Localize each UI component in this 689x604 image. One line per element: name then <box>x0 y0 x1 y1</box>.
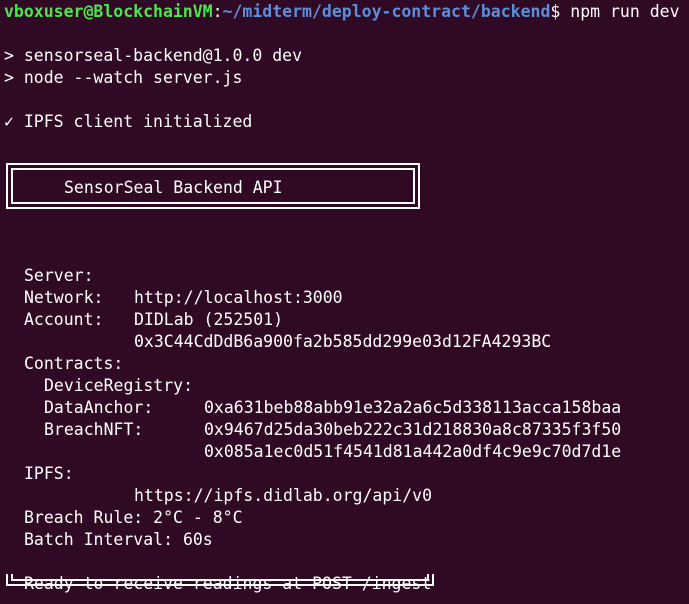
batch-interval-row: Batch Interval: 60s <box>0 507 689 549</box>
contract-name: BreachNFT: <box>44 420 144 439</box>
ipfs-init-message: ✓ IPFS client initialized <box>4 112 253 131</box>
npm-script-line: > sensorseal-backend@1.0.0 dev <box>4 46 303 65</box>
contract-row: BreachNFT: 0x085a1ec0d51f4541d81a442a0df… <box>0 397 689 461</box>
prompt-command: npm run dev <box>560 2 680 21</box>
batch-interval: Batch Interval: 60s <box>24 530 213 549</box>
prompt-user-host: vboxuser@BlockchainVM <box>4 2 213 21</box>
ready-row: Ready to receive readings at POST /inges… <box>0 551 689 593</box>
banner-title: SensorSeal Backend API <box>64 178 283 197</box>
prompt-path: ~/midterm/deploy-contract/backend <box>222 2 551 21</box>
prompt-separator: : <box>212 2 223 21</box>
box-bottom-outer-line <box>6 584 434 586</box>
breach-rule-row: Breach Rule: 2°C - 8°C <box>0 485 689 527</box>
server-row: Server: http://localhost:3000 <box>0 243 689 307</box>
prompt-symbol: $ <box>550 2 561 21</box>
network-value: DIDLab (252501) <box>134 310 284 329</box>
npm-command-line: > node --watch server.js <box>4 68 243 87</box>
contract-address: 0x9467d25da30beb222c31d218830a8c87335f3f… <box>204 420 622 439</box>
prompt-line: vboxuser@BlockchainVM:~/midterm/deploy-c… <box>4 1 680 23</box>
contracts-heading-row: Contracts: <box>0 331 689 373</box>
terminal-window[interactable]: vboxuser@BlockchainVM:~/midterm/deploy-c… <box>0 0 689 604</box>
box-bottom-inner-line <box>11 579 429 581</box>
contract-row: DataAnchor: 0x9467d25da30beb222c31d21883… <box>0 375 689 439</box>
account-label: Account: <box>24 310 104 329</box>
network-row: Network: DIDLab (252501) <box>0 265 689 329</box>
account-row: Account: 0x3C44CdDdB6a900fa2b585dd299e03… <box>0 287 689 351</box>
ipfs-label: IPFS: <box>24 464 74 483</box>
ipfs-row: IPFS: https://ipfs.didlab.org/api/v0 <box>0 441 689 505</box>
contract-row: DeviceRegistry: 0xa631beb88abb91e32a2a6c… <box>0 353 689 417</box>
